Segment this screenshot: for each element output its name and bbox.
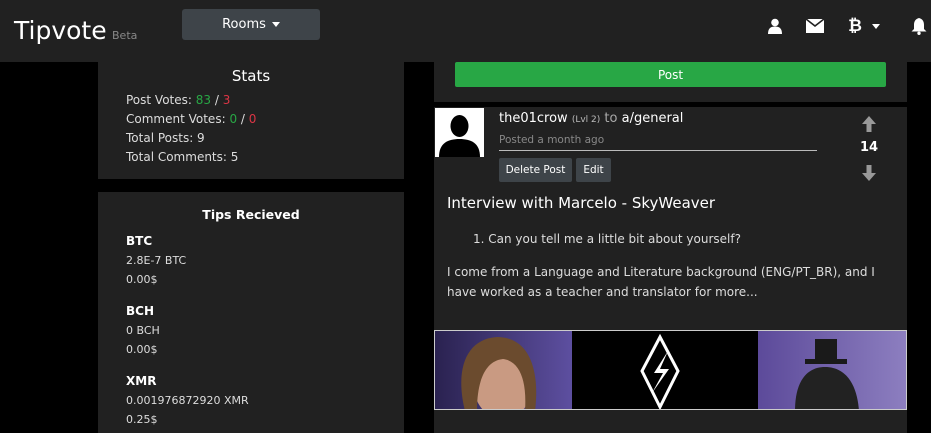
coin-name-xmr: XMR [126, 374, 157, 388]
downvote-arrow-icon[interactable] [862, 165, 876, 185]
tips-title: Tips Recieved [202, 207, 300, 222]
comment-votes-up: 0 [229, 112, 238, 126]
coin-amount-btc: 2.8E-7 BTC [126, 254, 187, 267]
comment-votes-label: Comment Votes: [126, 112, 226, 126]
comment-votes-down: 0 [248, 112, 257, 126]
author-line: the01crow (Lvl 2) to a/general [499, 111, 683, 126]
author-link[interactable]: the01crow [499, 111, 568, 126]
stats-panel: Stats Post Votes: 83 / 3 Comment Votes: … [98, 62, 404, 179]
list-item: 1. Can you tell me a little bit about yo… [473, 232, 741, 246]
separator: / [240, 112, 245, 126]
bitcoin-dropdown[interactable]: ₿ [844, 16, 884, 36]
to-word: to [604, 111, 618, 126]
stats-title: Stats [231, 67, 271, 85]
rooms-dropdown-button[interactable]: Rooms [182, 9, 320, 40]
delete-post-button[interactable]: Delete Post [499, 158, 572, 182]
post-title[interactable]: Interview with Marcelo - SkyWeaver [447, 194, 715, 212]
avatar[interactable] [435, 108, 484, 157]
post-body: I come from a Language and Literature ba… [447, 265, 875, 299]
post-thumbnail [435, 331, 906, 409]
vote-count: 14 [859, 140, 879, 155]
coin-amount-bch: 0 BCH [126, 324, 160, 337]
coin-usd-btc: 0.00$ [126, 273, 158, 286]
separator: / [214, 93, 219, 107]
brand-logo[interactable]: Tipvote [14, 16, 107, 45]
post-votes-line: Post Votes: 83 / 3 [126, 93, 230, 107]
post-votes-label: Post Votes: [126, 93, 192, 107]
room-link[interactable]: a/general [622, 111, 684, 126]
post-button[interactable]: Post [455, 62, 886, 87]
upvote-arrow-icon[interactable] [862, 116, 876, 136]
rooms-label: Rooms [222, 17, 266, 32]
total-comments: Total Comments: 5 [126, 150, 239, 164]
post-card: the01crow (Lvl 2) to a/general Posted a … [434, 107, 907, 433]
edit-button[interactable]: Edit [576, 158, 611, 182]
comment-votes-line: Comment Votes: 0 / 0 [126, 112, 256, 126]
user-icon[interactable] [765, 16, 785, 36]
divider [499, 150, 817, 151]
post-button-area: Post [434, 62, 907, 102]
posted-time: Posted a month ago [499, 134, 605, 146]
coin-usd-bch: 0.00$ [126, 343, 158, 356]
caret-down-icon [871, 23, 880, 29]
total-posts: Total Posts: 9 [126, 131, 205, 145]
post-votes-up: 83 [195, 93, 212, 107]
tips-panel: Tips Recieved BTC 2.8E-7 BTC 0.00$ BCH 0… [98, 192, 404, 433]
navbar: Tipvote Beta Rooms ₿ [0, 0, 931, 62]
coin-amount-xmr: 0.001976872920 XMR [126, 394, 249, 407]
coin-usd-xmr: 0.25$ [126, 413, 158, 426]
author-level: (Lvl 2) [571, 115, 601, 125]
coin-name-bch: BCH [126, 304, 154, 318]
envelope-icon[interactable] [805, 16, 825, 36]
post-votes-down: 3 [222, 93, 231, 107]
bell-icon[interactable] [909, 16, 929, 36]
coin-name-btc: BTC [126, 234, 153, 248]
post-image[interactable] [434, 330, 907, 410]
caret-down-icon [271, 22, 280, 27]
bitcoin-icon: ₿ [848, 16, 862, 36]
beta-label: Beta [112, 29, 138, 42]
default-user-icon [435, 108, 484, 157]
